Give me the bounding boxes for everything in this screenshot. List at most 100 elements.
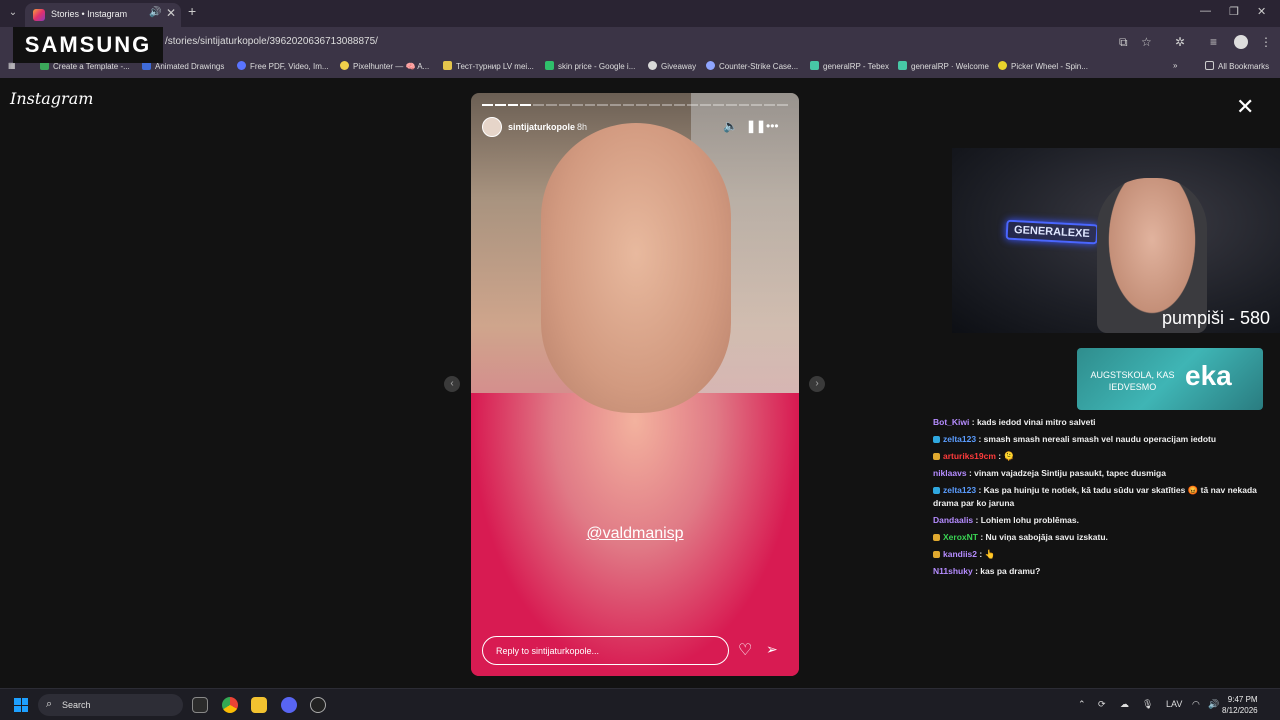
bookmark-star-icon[interactable]: ☆ [1141, 35, 1152, 49]
chat-username: niklaavs [933, 468, 967, 478]
windows-start-icon[interactable] [14, 698, 28, 712]
like-heart-icon[interactable]: ♡ [738, 640, 752, 660]
tab-instagram-stories[interactable]: Stories • Instagram 🔊 ✕ [25, 3, 181, 27]
taskbar-search[interactable]: ⌕ Search [38, 694, 183, 716]
close-stories-icon[interactable]: ✕ [1236, 94, 1254, 120]
neon-sign: GENERALEXE [1005, 219, 1099, 245]
banner-slogan: AUGSTSKOLA, KAS IEDVESMO [1090, 370, 1175, 392]
pause-icon[interactable]: ❚❚ [746, 119, 766, 133]
tab-list-chevron-icon[interactable]: ⌄ [5, 5, 21, 21]
chat-badge-icon [933, 436, 940, 443]
story-viewer[interactable]: sintijaturkopole 8h 🔈 ❚❚ ••• @valdmanisp… [471, 93, 799, 676]
progress-segment [571, 104, 583, 106]
taskbar-clock[interactable]: 9:47 PM 8/12/2026 [1222, 694, 1258, 716]
sponsor-banner: AUGSTSKOLA, KAS IEDVESMO eka [1077, 348, 1263, 410]
chat-message: kandiis2 : 👆 [933, 546, 1273, 563]
media-controls-icon[interactable]: ≡ [1210, 35, 1217, 49]
mute-icon[interactable]: 🔈 [723, 119, 738, 133]
bookmark-item[interactable]: generalRP - Tebex [810, 61, 889, 71]
browser-menu-icon[interactable]: ⋮ [1260, 35, 1272, 49]
chat-username: arturiks19cm [943, 451, 996, 461]
chat-text: : Lohiem lohu problēmas. [975, 515, 1079, 525]
progress-segment [777, 104, 788, 106]
bookmark-item[interactable]: generalRP · Welcome [898, 61, 989, 71]
chat-text: : kads iedod vinai mitro salveti [971, 417, 1096, 427]
progress-segment [738, 104, 750, 106]
profile-avatar[interactable] [1234, 35, 1248, 49]
progress-segment [661, 104, 673, 106]
microphone-icon[interactable]: 🎙 [1142, 699, 1153, 710]
chat-message: niklaavs : vinam vajadzeja Sintiju pasau… [933, 465, 1273, 482]
bookmark-item[interactable]: Pixelhunter — 🧠 A... [340, 61, 429, 71]
task-view-icon[interactable] [192, 697, 208, 713]
samsung-overlay-logo: SAMSUNG [13, 27, 163, 63]
chat-text: : kas pa dramu? [975, 566, 1041, 576]
bookmark-item[interactable]: Giveaway [648, 61, 696, 71]
share-send-icon[interactable]: ➢ [766, 641, 778, 658]
bookmark-icon [998, 61, 1007, 70]
reply-input[interactable]: Reply to sintijaturkopole... [482, 636, 729, 665]
new-tab-plus-icon[interactable]: + [188, 3, 196, 19]
chat-message: N11shuky : kas pa dramu? [933, 563, 1273, 580]
all-bookmarks-folder[interactable]: All Bookmarks [1205, 61, 1269, 71]
story-username[interactable]: sintijaturkopole [508, 122, 575, 132]
cast-icon[interactable]: ⧉ [1119, 35, 1128, 50]
bookmark-item[interactable]: Тест-турнир LV mei... [443, 61, 534, 71]
volume-icon[interactable]: 🔊 [1208, 699, 1219, 710]
story-user-avatar[interactable] [482, 117, 502, 137]
more-bookmarks-chevron-icon[interactable]: » [1173, 61, 1177, 70]
bookmark-item[interactable]: Counter-Strike Case... [706, 61, 798, 71]
bookmark-icon [706, 61, 715, 70]
discord-icon[interactable] [281, 697, 297, 713]
file-explorer-icon[interactable] [251, 697, 267, 713]
story-mention-sticker[interactable]: @valdmanisp [471, 525, 799, 543]
progress-segment [533, 104, 545, 106]
instagram-logo[interactable]: Instagram [10, 89, 93, 108]
next-story-arrow-icon[interactable]: › [809, 376, 825, 392]
chat-message: arturiks19cm : 🫠 [933, 448, 1273, 465]
progress-segment [751, 104, 763, 106]
address-bar: /stories/sintijaturkopole/39620206367130… [0, 27, 1280, 57]
bookmark-item[interactable]: Free PDF, Video, Im... [237, 61, 329, 71]
tray-app-icon[interactable]: ⟳ [1098, 699, 1106, 710]
window-close-icon[interactable]: ✕ [1257, 5, 1266, 18]
progress-segment [546, 104, 557, 106]
clock-time: 9:47 PM [1227, 695, 1258, 704]
bookmark-icon [237, 61, 246, 70]
instagram-favicon-icon [33, 9, 45, 21]
bookmark-item[interactable]: skin price - Google i... [545, 61, 635, 71]
progress-segment [610, 104, 622, 106]
story-image-face [541, 123, 731, 413]
bookmarks-bar: ▦ Create a Template -... Animated Drawin… [0, 57, 1280, 78]
banner-brand: eka [1185, 360, 1232, 391]
chat-username: N11shuky [933, 566, 973, 576]
more-options-icon[interactable]: ••• [766, 119, 779, 133]
chat-text: : smash smash nereali smash vel naudu op… [978, 434, 1217, 444]
tray-network-app-icon[interactable]: ☁ [1120, 699, 1129, 710]
progress-segment [494, 104, 506, 106]
search-icon: ⌕ [46, 698, 53, 710]
tray-chevron-up-icon[interactable]: ⌃ [1078, 699, 1086, 710]
wifi-icon[interactable]: ◠ [1192, 699, 1200, 710]
chat-text: : vinam vajadzeja Sintiju pasaukt, tapec… [968, 468, 1166, 478]
chat-text: : 👆 [979, 549, 996, 559]
extensions-icon[interactable]: ✲ [1175, 35, 1185, 49]
tab-close-icon[interactable]: ✕ [166, 6, 176, 20]
tab-audio-icon[interactable]: 🔊 [149, 7, 161, 18]
previous-story-arrow-icon[interactable]: ‹ [444, 376, 460, 392]
progress-segment [648, 104, 660, 106]
reply-placeholder: Reply to sintijaturkopole... [496, 646, 600, 656]
minimize-icon[interactable]: — [1200, 5, 1211, 17]
maximize-icon[interactable]: ❐ [1229, 5, 1239, 18]
bookmark-item[interactable]: Picker Wheel - Spin... [998, 61, 1088, 71]
bookmark-icon [648, 61, 657, 70]
keyboard-language[interactable]: LAV [1166, 699, 1182, 709]
progress-segment [712, 104, 724, 106]
chrome-icon[interactable] [222, 697, 238, 713]
progress-segment [558, 104, 570, 106]
chat-username: zelta123 [943, 434, 977, 444]
chat-badge-icon [933, 487, 940, 494]
chat-username: zelta123 [943, 485, 977, 495]
obs-icon[interactable] [310, 697, 326, 713]
url-field[interactable]: /stories/sintijaturkopole/39620206367130… [165, 36, 378, 47]
